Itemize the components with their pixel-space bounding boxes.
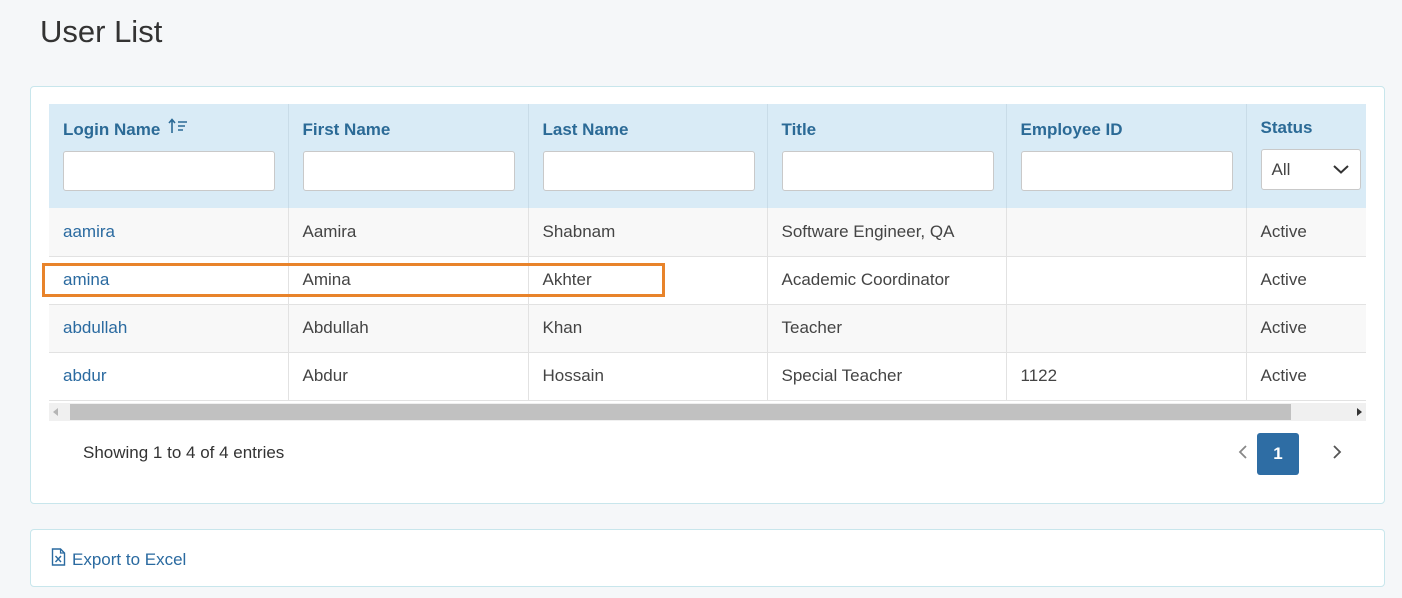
employee-id-cell: 1122	[1006, 352, 1247, 401]
column-label-title: Title	[781, 120, 817, 139]
last-name-cell: Akhter	[528, 256, 768, 305]
chevron-down-icon	[1332, 160, 1350, 180]
table-row: abdullah Abdullah Khan Teacher Active	[49, 304, 1366, 353]
column-header-title[interactable]: Title	[767, 104, 1007, 208]
user-list-card: Login Name First Name Last Name Title Em…	[30, 86, 1385, 504]
table-row: abdur Abdur Hossain Special Teacher 1122…	[49, 352, 1366, 401]
scroll-left-arrow-icon[interactable]	[53, 408, 58, 416]
pagination-previous-button[interactable]	[1228, 433, 1258, 475]
first-name-cell: Abdullah	[288, 304, 529, 353]
employee-id-cell	[1006, 256, 1247, 305]
table-row: amina Amina Akhter Academic Coordinator …	[49, 256, 1366, 305]
pagination-next-button[interactable]	[1322, 433, 1352, 475]
column-header-last-name[interactable]: Last Name	[528, 104, 768, 208]
status-cell: Active	[1246, 352, 1366, 401]
login-name-filter-input[interactable]	[63, 151, 275, 191]
chevron-right-icon	[1332, 444, 1342, 465]
title-cell: Teacher	[767, 304, 1007, 353]
export-to-excel-label: Export to Excel	[72, 549, 187, 569]
status-cell: Active	[1246, 208, 1366, 257]
entries-info: Showing 1 to 4 of 4 entries	[83, 443, 285, 462]
login-name-cell[interactable]: abdur	[49, 352, 289, 401]
table-viewport: Login Name First Name Last Name Title Em…	[49, 104, 1366, 422]
title-cell: Academic Coordinator	[767, 256, 1007, 305]
export-card: Export to Excel	[30, 529, 1385, 587]
user-table: Login Name First Name Last Name Title Em…	[49, 104, 1366, 401]
horizontal-scrollbar[interactable]	[49, 403, 1366, 421]
column-label-status: Status	[1260, 118, 1313, 137]
last-name-cell: Khan	[528, 304, 768, 353]
employee-id-cell	[1006, 208, 1247, 257]
page-title: User List	[40, 14, 163, 49]
last-name-filter-input[interactable]	[542, 151, 755, 191]
excel-file-icon	[51, 548, 72, 571]
column-label-login-name: Login Name	[63, 120, 161, 139]
table-row: aamira Aamira Shabnam Software Engineer,…	[49, 208, 1366, 257]
status-filter-value: All	[1271, 159, 1291, 179]
export-to-excel-button[interactable]: Export to Excel	[51, 548, 186, 571]
first-name-cell: Aamira	[288, 208, 529, 257]
title-cell: Software Engineer, QA	[767, 208, 1007, 257]
sort-ascending-icon[interactable]	[168, 118, 188, 139]
column-header-status[interactable]: Status All	[1246, 104, 1366, 208]
first-name-cell: Amina	[288, 256, 529, 305]
first-name-cell: Abdur	[288, 352, 529, 401]
scroll-right-arrow-icon[interactable]	[1357, 408, 1362, 416]
scrollbar-thumb[interactable]	[70, 404, 1291, 420]
column-label-last-name: Last Name	[542, 120, 629, 139]
table-header-row: Login Name First Name Last Name Title Em…	[49, 104, 1366, 208]
last-name-cell: Hossain	[528, 352, 768, 401]
title-cell: Special Teacher	[767, 352, 1007, 401]
status-cell: Active	[1246, 256, 1366, 305]
title-filter-input[interactable]	[781, 151, 994, 191]
column-label-first-name: First Name	[302, 120, 391, 139]
login-name-cell[interactable]: aamira	[49, 208, 289, 257]
first-name-filter-input[interactable]	[302, 151, 515, 191]
chevron-left-icon	[1238, 444, 1248, 465]
login-name-cell[interactable]: amina	[49, 256, 289, 305]
status-filter-select[interactable]: All	[1260, 149, 1361, 190]
column-header-first-name[interactable]: First Name	[288, 104, 529, 208]
login-name-cell[interactable]: abdullah	[49, 304, 289, 353]
employee-id-cell	[1006, 304, 1247, 353]
pagination-page-button[interactable]: 1	[1257, 433, 1299, 475]
column-header-employee-id[interactable]: Employee ID	[1006, 104, 1247, 208]
employee-id-filter-input[interactable]	[1020, 151, 1233, 191]
last-name-cell: Shabnam	[528, 208, 768, 257]
column-label-employee-id: Employee ID	[1020, 120, 1123, 139]
status-cell: Active	[1246, 304, 1366, 353]
column-header-login-name[interactable]: Login Name	[49, 104, 289, 208]
